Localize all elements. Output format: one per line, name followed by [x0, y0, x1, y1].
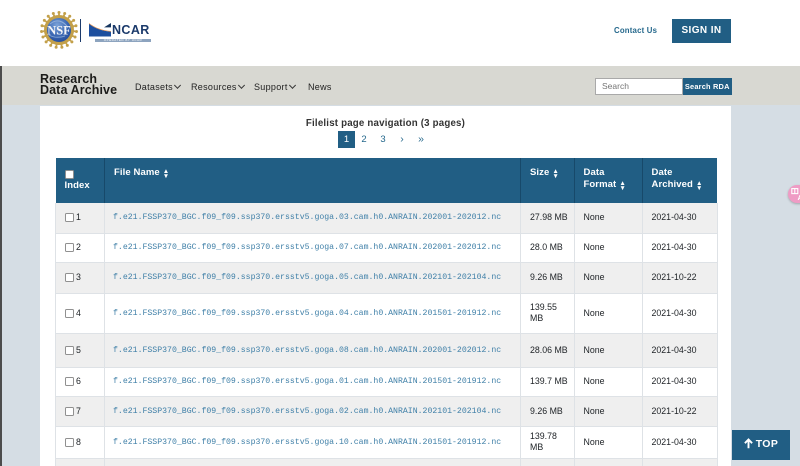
svg-text:NSF: NSF	[47, 24, 71, 38]
